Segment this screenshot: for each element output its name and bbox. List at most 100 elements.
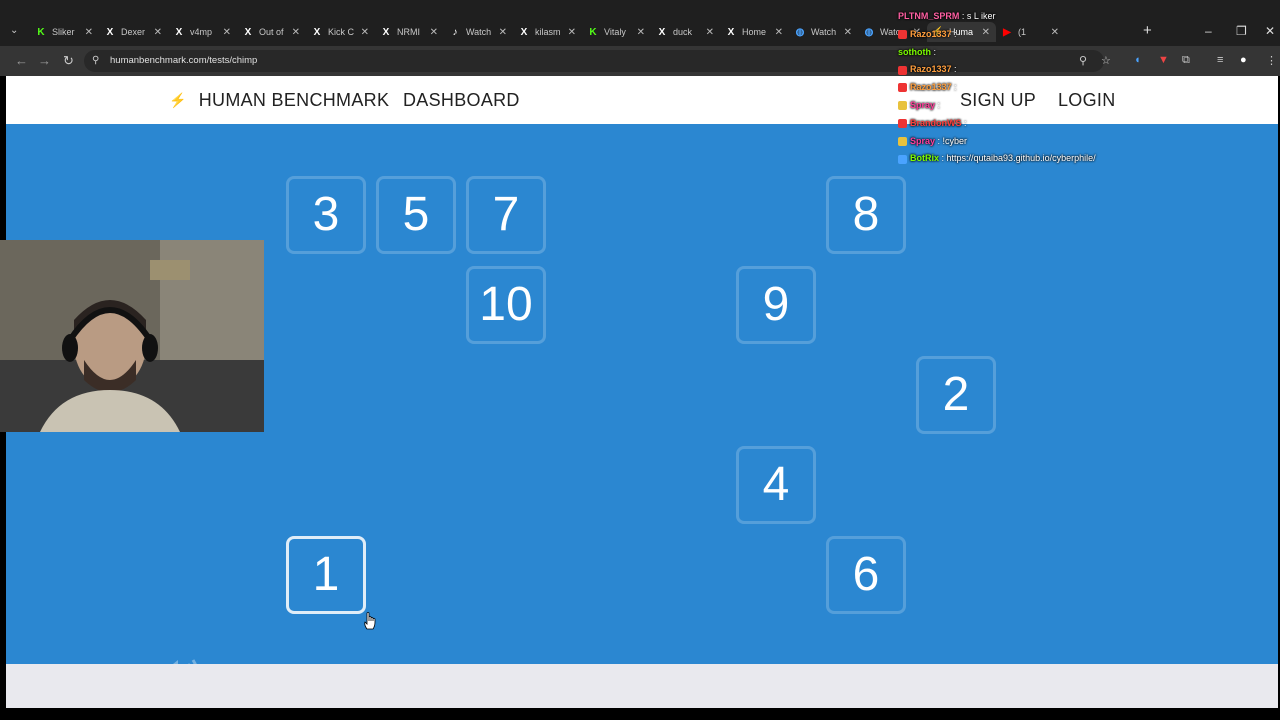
tab-title: Dexer xyxy=(121,27,146,37)
number-tile[interactable]: 8 xyxy=(826,176,906,254)
browser-tab[interactable]: X Out of ✕ xyxy=(237,22,306,42)
tiktok-logo-icon: ♪ xyxy=(452,26,458,38)
kick-logo-icon: K xyxy=(589,26,597,38)
chat-username: sothoth xyxy=(898,46,931,57)
chat-badge-icon xyxy=(898,101,907,111)
close-tab-icon[interactable]: ✕ xyxy=(637,27,645,38)
x-logo-icon: X xyxy=(313,26,321,38)
kick-logo-icon: K xyxy=(37,26,45,38)
nav-dashboard[interactable]: DASHBOARD xyxy=(403,90,520,111)
tab-title: Watch xyxy=(466,27,492,37)
url-text: humanbenchmark.com/tests/chimp xyxy=(110,55,258,66)
browser-tab[interactable]: Xkilasm ✕ xyxy=(513,22,582,42)
number-tile[interactable]: 7 xyxy=(466,176,546,254)
site-info-icon[interactable]: ⚲ xyxy=(92,50,99,72)
stream-chat-overlay: PLTNM_SPRM : s L iker Razo1337 : sothoth … xyxy=(898,8,1188,168)
number-tile[interactable]: 2 xyxy=(916,356,996,434)
reading-list-icon[interactable]: ≡ xyxy=(1217,54,1223,66)
number-tile[interactable]: 5 xyxy=(376,176,456,254)
tab-title: Out of xyxy=(259,27,284,37)
browser-tab[interactable]: X Kick C ✕ xyxy=(306,22,375,42)
chat-separator: : xyxy=(931,46,937,57)
chat-message: Razo1337 : xyxy=(898,79,1188,97)
browser-tab[interactable]: ♪ Watch ✕ xyxy=(444,22,513,42)
chat-message: sothoth : xyxy=(898,44,1188,62)
profile-avatar-icon[interactable]: ● xyxy=(1240,54,1247,66)
chat-badge-icon xyxy=(898,118,907,128)
chat-username: BrandonWS xyxy=(910,117,962,128)
close-tab-icon[interactable]: ✕ xyxy=(844,27,852,38)
tab-title: v4mp xyxy=(190,27,213,37)
close-window-icon[interactable]: ✕ xyxy=(1265,24,1275,38)
browser-tab[interactable]: X Dexer ✕ xyxy=(99,22,168,42)
chat-separator: : xyxy=(951,82,957,93)
back-arrow-icon[interactable]: ← xyxy=(15,53,28,68)
x-logo-icon: X xyxy=(520,26,528,38)
chat-username: BotRix xyxy=(910,153,939,164)
page-footer xyxy=(6,664,1278,708)
mouse-cursor-icon xyxy=(364,612,376,630)
close-tab-icon[interactable]: ✕ xyxy=(361,27,369,38)
webcam-person-image xyxy=(0,240,264,432)
chat-separator: : xyxy=(939,153,947,164)
close-tab-icon[interactable]: ✕ xyxy=(499,27,507,38)
x-logo-icon: X xyxy=(658,26,666,38)
number-tile[interactable]: 6 xyxy=(826,536,906,614)
globe-icon: ◍ xyxy=(795,26,805,38)
site-logo[interactable]: ⚡ HUMAN BENCHMARK xyxy=(169,90,389,111)
number-tile[interactable]: 4 xyxy=(736,446,816,524)
number-tile[interactable]: 3 xyxy=(286,176,366,254)
tab-title: Sliker xyxy=(52,27,75,37)
close-tab-icon[interactable]: ✕ xyxy=(706,27,714,38)
browser-tab[interactable]: Xv4mp ✕ xyxy=(168,22,237,42)
menu-kebab-icon[interactable]: ⋮ xyxy=(1266,54,1277,67)
number-tile[interactable]: 9 xyxy=(736,266,816,344)
chat-username: Spray xyxy=(910,99,936,110)
x-logo-icon: X xyxy=(106,26,114,38)
minimize-icon[interactable]: – xyxy=(1205,24,1212,38)
chat-message: BotRix : https://qutaiba93.github.io/cyb… xyxy=(898,150,1188,168)
chat-separator: : xyxy=(951,28,957,39)
chat-separator: : xyxy=(961,117,967,128)
browser-tab[interactable]: K Vitaly ✕ xyxy=(582,22,651,42)
chat-username: PLTNM_SPRM xyxy=(898,11,960,21)
x-logo-icon: X xyxy=(244,26,252,38)
number-tile[interactable]: 10 xyxy=(466,266,546,344)
browser-tab[interactable]: Xduck ✕ xyxy=(651,22,720,42)
chat-badge-icon xyxy=(898,83,907,93)
chat-text: https://qutaiba93.github.io/cyberphile/ xyxy=(946,153,1096,164)
close-tab-icon[interactable]: ✕ xyxy=(568,27,576,38)
logo-text: HUMAN BENCHMARK xyxy=(198,90,390,110)
close-tab-icon[interactable]: ✕ xyxy=(430,27,438,38)
chat-text: s L iker xyxy=(966,11,996,21)
close-tab-icon[interactable]: ✕ xyxy=(85,27,93,38)
browser-tab[interactable]: ◍ Watch ✕ xyxy=(789,22,858,42)
close-tab-icon[interactable]: ✕ xyxy=(223,27,231,38)
chat-username: Razo1337 xyxy=(910,82,952,93)
browser-tab[interactable]: X Home ✕ xyxy=(720,22,789,42)
chat-message: BrandonWS : xyxy=(898,115,1188,133)
close-tab-icon[interactable]: ✕ xyxy=(775,27,783,38)
close-tab-icon[interactable]: ✕ xyxy=(292,27,300,38)
chat-username: Razo1337 xyxy=(910,28,952,39)
chat-separator: : xyxy=(935,99,941,110)
browser-tab[interactable]: X NRMI ✕ xyxy=(375,22,444,42)
close-tab-icon[interactable]: ✕ xyxy=(154,27,162,38)
chat-message: Spray : !cyber xyxy=(898,133,1188,151)
tab-title: NRMI xyxy=(397,27,420,37)
chat-separator: : xyxy=(951,64,957,75)
number-tile[interactable]: 1 xyxy=(286,536,366,614)
globe-icon: ◍ xyxy=(864,26,874,38)
tab-title: Kick C xyxy=(328,27,355,37)
tab-search-dropdown-icon[interactable]: ⌄ xyxy=(10,25,18,36)
browser-tab[interactable]: K Sliker ✕ xyxy=(30,22,99,42)
x-logo-icon: X xyxy=(175,26,183,38)
restore-icon[interactable]: ❐ xyxy=(1236,24,1247,38)
chat-badge-icon xyxy=(898,136,907,146)
webcam-overlay xyxy=(0,240,264,432)
reload-icon[interactable]: ↻ xyxy=(63,53,74,69)
chat-badge-icon xyxy=(898,154,907,164)
tab-title: kilasm xyxy=(535,27,561,37)
forward-arrow-icon[interactable]: → xyxy=(38,53,51,68)
tab-title: Watch xyxy=(811,27,837,37)
